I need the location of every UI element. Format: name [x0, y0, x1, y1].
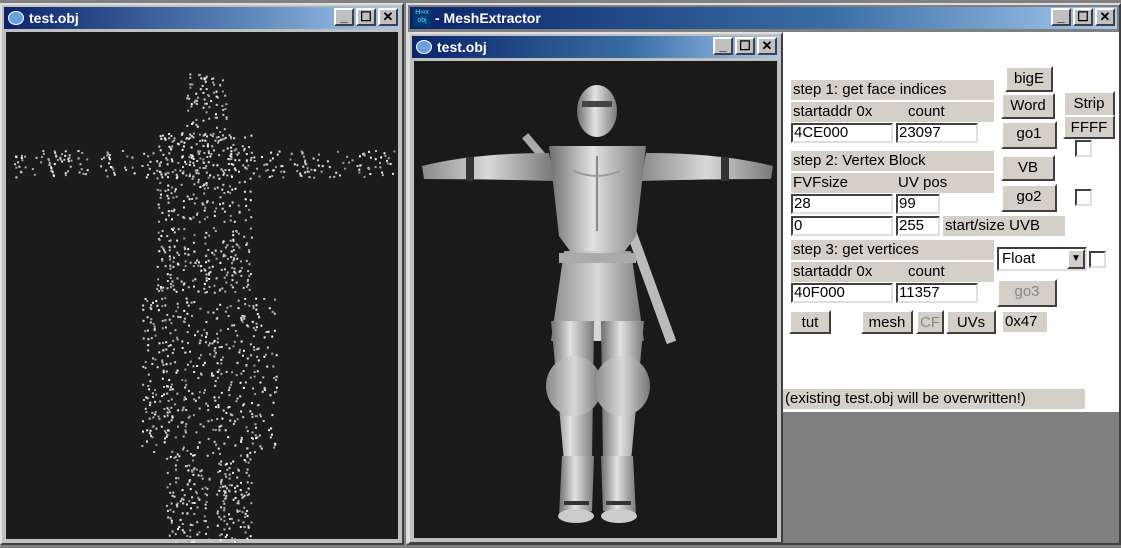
point-cloud-render	[14, 73, 396, 544]
app-window-icon	[416, 40, 432, 54]
main-window-titlebar[interactable]: H∞x obj - MeshExtractor _ ☐ ✕	[410, 7, 1117, 29]
left-window-title: test.obj	[29, 10, 79, 26]
app-window-icon	[8, 11, 24, 25]
uvpos-input[interactable]: 99	[896, 194, 940, 214]
ffff-button[interactable]: FFFF	[1063, 115, 1115, 139]
uvb-start-input[interactable]: 0	[791, 216, 893, 236]
shaded-model-render	[422, 85, 773, 523]
maximize-icon[interactable]: ☐	[1073, 8, 1093, 26]
child-obj-window: test.obj _ ☐ ✕	[408, 32, 783, 544]
close-icon[interactable]: ✕	[378, 8, 398, 26]
minimize-icon[interactable]: _	[713, 37, 733, 55]
child-window-titlebar[interactable]: test.obj _ ☐ ✕	[412, 36, 779, 58]
left-window-titlebar[interactable]: test.obj _ ☐ ✕	[4, 7, 400, 29]
float-checkbox[interactable]	[1089, 251, 1106, 268]
extractor-control-panel: step 1: get face indices startaddr 0x co…	[783, 32, 1119, 412]
mesh-extractor-window: H∞x obj - MeshExtractor _ ☐ ✕ test.obj _…	[406, 3, 1121, 545]
fvfsize-label: FVFsize	[791, 173, 896, 193]
vb-button[interactable]: VB	[1001, 155, 1055, 181]
go2-checkbox[interactable]	[1075, 189, 1092, 206]
maximize-icon[interactable]: ☐	[356, 8, 376, 26]
uvb-size-input[interactable]: 255	[896, 216, 940, 236]
go3-button[interactable]: go3	[997, 279, 1057, 307]
go1-button[interactable]: go1	[1001, 121, 1057, 149]
strip-button[interactable]: Strip	[1063, 91, 1115, 117]
step3-label: step 3: get vertices	[791, 240, 994, 260]
uvs-button[interactable]: UVs	[946, 310, 996, 334]
count-input-3[interactable]: 11357	[896, 283, 978, 303]
startaddr-label-3: startaddr 0x	[791, 262, 896, 282]
minimize-icon[interactable]: _	[1051, 8, 1071, 26]
data-type-select[interactable]: Float ▼	[997, 247, 1087, 271]
startaddr-input-3[interactable]: 40F000	[791, 283, 893, 303]
close-icon[interactable]: ✕	[1095, 8, 1115, 26]
uvpos-label: UV pos	[896, 173, 994, 193]
hex-value-label: 0x47	[1003, 312, 1047, 332]
word-button[interactable]: Word	[1001, 93, 1055, 119]
startaddr-label-1: startaddr 0x	[791, 102, 896, 122]
child-window-title: test.obj	[437, 39, 487, 55]
tut-button[interactable]: tut	[789, 310, 831, 334]
count-input-1[interactable]: 23097	[896, 123, 978, 143]
chevron-down-icon[interactable]: ▼	[1067, 249, 1085, 269]
hexobj-logo-icon: H∞x obj	[413, 9, 431, 27]
go2-button[interactable]: go2	[1001, 184, 1057, 212]
shaded-model-viewport[interactable]	[414, 61, 777, 538]
startaddr-input-1[interactable]: 4CE000	[791, 123, 893, 143]
cf-button[interactable]: CF	[916, 310, 944, 334]
ffff-checkbox[interactable]	[1075, 140, 1092, 157]
overwrite-warning: (existing test.obj will be overwritten!)	[783, 389, 1085, 409]
minimize-icon[interactable]: _	[334, 8, 354, 26]
step1-label: step 1: get face indices	[791, 80, 994, 100]
fvfsize-input[interactable]: 28	[791, 194, 893, 214]
data-type-value: Float	[1002, 250, 1036, 267]
point-cloud-viewport[interactable]	[6, 32, 398, 544]
count-label-3: count	[896, 262, 994, 282]
maximize-icon[interactable]: ☐	[735, 37, 755, 55]
count-label-1: count	[896, 102, 994, 122]
main-window-title: - MeshExtractor	[435, 10, 541, 26]
left-obj-window: test.obj _ ☐ ✕	[0, 3, 404, 545]
close-icon[interactable]: ✕	[757, 37, 777, 55]
start-size-uvb-label: start/size UVB	[943, 216, 1065, 236]
mesh-button[interactable]: mesh	[861, 310, 913, 334]
step2-label: step 2: Vertex Block	[791, 151, 994, 171]
bige-button[interactable]: bigE	[1005, 66, 1053, 92]
